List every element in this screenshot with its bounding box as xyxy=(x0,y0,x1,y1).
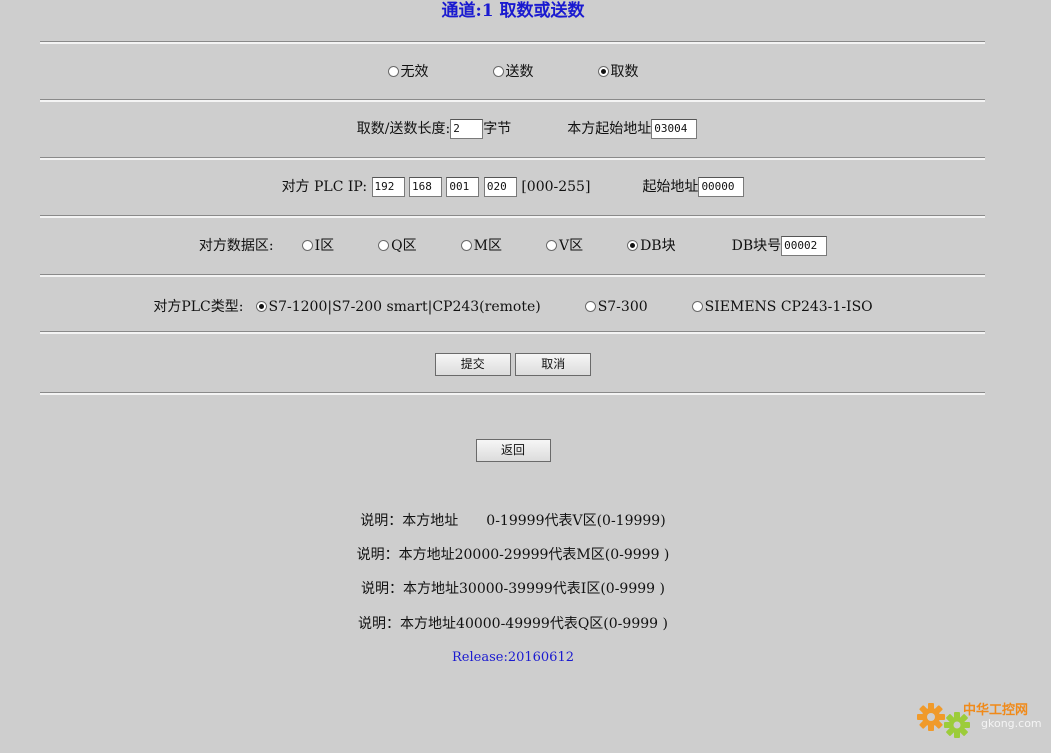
area-option-v[interactable]: V区 xyxy=(545,235,583,257)
divider xyxy=(40,99,985,102)
length-unit: 字节 xyxy=(483,121,512,137)
start-addr-input[interactable]: 00000 xyxy=(698,177,745,197)
divider xyxy=(40,392,985,395)
divider xyxy=(40,274,985,277)
plctype-option-s7-300[interactable]: S7-300 xyxy=(584,296,648,318)
form-actions: 提交 取消 xyxy=(0,353,1026,376)
start-addr-label: 起始地址 xyxy=(642,179,699,195)
db-number-input[interactable]: 00002 xyxy=(781,236,828,256)
watermark-brand: 中华工控网 xyxy=(963,703,1029,718)
back-row: 返回 xyxy=(0,439,1026,462)
back-button[interactable]: 返回 xyxy=(475,439,551,462)
mode-option-fetch[interactable]: 取数 xyxy=(597,61,639,83)
area-row: 对方数据区: I区 Q区 M区 V区 DB块 DB块号 00002 xyxy=(0,235,1026,257)
cancel-button[interactable]: 取消 xyxy=(515,353,592,376)
length-input[interactable]: 2 xyxy=(450,119,484,139)
divider xyxy=(40,331,985,334)
gkong-watermark: 中华工控网 gkong.com xyxy=(915,693,1045,745)
area-label: 对方数据区: xyxy=(198,238,274,254)
radio-plctype-cp243-iso[interactable] xyxy=(691,301,703,312)
ip-octet-2[interactable]: 168 xyxy=(408,177,442,197)
release-version: Release:20160612 xyxy=(452,650,574,665)
page-title: 通道:1 取数或送数 xyxy=(441,1,585,21)
divider xyxy=(40,157,985,160)
plctype-row: 对方PLC类型: S7-1200|S7-200 smart|CP243(remot… xyxy=(0,296,1026,318)
note-line: 说明：本方地址 0-19999代表V区(0-19999) xyxy=(360,513,666,529)
plctype-option-cp243-iso[interactable]: SIEMENS CP243-1-ISO xyxy=(691,296,873,318)
length-label: 取数/送数长度: xyxy=(356,121,451,137)
submit-button[interactable]: 提交 xyxy=(434,353,511,376)
plctype-option-s7-1200[interactable]: S7-1200|S7-200 smart|CP243(remote) xyxy=(255,296,541,318)
area-option-q[interactable]: Q区 xyxy=(378,235,417,257)
ip-octet-4[interactable]: 020 xyxy=(483,177,517,197)
radio-send[interactable] xyxy=(492,66,504,77)
divider xyxy=(40,215,985,218)
area-option-db[interactable]: DB块 xyxy=(627,235,676,257)
db-number-label: DB块号 xyxy=(731,238,782,254)
watermark-domain: gkong.com xyxy=(981,717,1042,730)
radio-plctype-s7-300[interactable] xyxy=(584,301,596,312)
radio-area-q[interactable] xyxy=(378,240,390,251)
radio-area-v[interactable] xyxy=(545,240,557,251)
area-option-i[interactable]: I区 xyxy=(301,235,334,257)
radio-disabled[interactable] xyxy=(387,66,399,77)
ip-octet-1[interactable]: 192 xyxy=(371,177,405,197)
radio-plctype-s7-1200[interactable] xyxy=(255,301,267,312)
radio-fetch[interactable] xyxy=(597,66,609,77)
mode-option-disabled[interactable]: 无效 xyxy=(387,61,429,83)
ip-label: 对方 PLC IP: xyxy=(281,179,368,195)
note-line: 说明：本方地址20000-29999代表M区(0-9999 ) xyxy=(356,547,670,563)
ip-row: 对方 PLC IP: 192 168 001 020 [000-255] 起始地址… xyxy=(0,176,1026,198)
divider xyxy=(40,41,985,44)
local-addr-label: 本方起始地址 xyxy=(567,121,652,137)
mode-option-send[interactable]: 送数 xyxy=(492,61,534,83)
radio-area-i[interactable] xyxy=(301,240,313,251)
ip-octet-3[interactable]: 001 xyxy=(446,177,480,197)
plctype-label: 对方PLC类型: xyxy=(153,299,244,315)
radio-area-db[interactable] xyxy=(627,240,639,251)
local-addr-input[interactable]: 03004 xyxy=(651,119,698,139)
note-line: 说明：本方地址30000-39999代表I区(0-9999 ) xyxy=(361,581,665,597)
radio-area-m[interactable] xyxy=(460,240,472,251)
mode-row: 无效 送数 取数 xyxy=(0,61,1026,83)
area-option-m[interactable]: M区 xyxy=(460,235,502,257)
ip-range-hint: [000-255] xyxy=(521,179,591,195)
length-row: 取数/送数长度: 2 字节 本方起始地址 03004 xyxy=(14,118,1040,140)
note-line: 说明：本方地址40000-49999代表Q区(0-9999 ) xyxy=(358,616,668,632)
